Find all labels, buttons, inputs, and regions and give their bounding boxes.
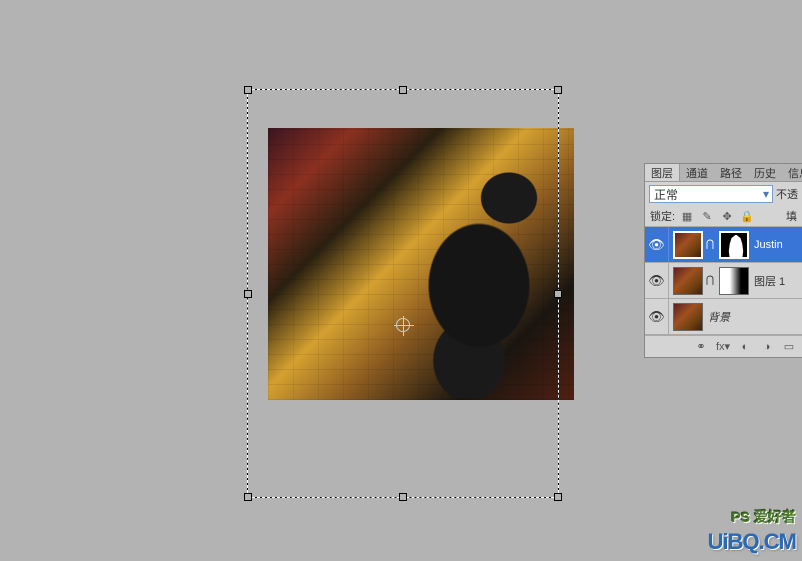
transform-bounding-box[interactable] <box>247 89 559 498</box>
visibility-toggle-icon[interactable]: 👁 <box>645 263 669 298</box>
layer-mask-thumbnail[interactable] <box>719 231 749 259</box>
lock-position-icon[interactable]: ✥ <box>719 208 735 224</box>
transform-handle-bottom-left[interactable] <box>244 493 252 501</box>
layer-row-justin[interactable]: 👁 ⋂ Justin <box>645 227 802 263</box>
tab-layers[interactable]: 图层 <box>645 164 680 181</box>
transform-center-point[interactable] <box>396 318 410 332</box>
layer-thumbnail[interactable] <box>673 267 703 295</box>
layer-name[interactable]: Justin <box>751 239 800 251</box>
new-group-icon[interactable]: ▭ <box>781 339 797 355</box>
tab-channels[interactable]: 通道 <box>680 164 714 181</box>
transform-handle-middle-left[interactable] <box>244 290 252 298</box>
layer-mask-thumbnail[interactable] <box>719 267 749 295</box>
tab-history[interactable]: 历史 <box>748 164 782 181</box>
opacity-label: 不透 <box>776 186 798 202</box>
lock-transparency-icon[interactable]: ▦ <box>679 208 695 224</box>
lock-row: 锁定: ▦ ✎ ✥ 🔒 填 <box>645 206 802 227</box>
add-mask-icon[interactable]: ◐ <box>737 339 753 355</box>
transform-handle-middle-right[interactable] <box>554 290 562 298</box>
mask-link-icon[interactable]: ⋂ <box>705 275 715 286</box>
transform-handle-top-center[interactable] <box>399 86 407 94</box>
layer-thumbnail[interactable] <box>673 231 703 259</box>
transform-handle-top-left[interactable] <box>244 86 252 94</box>
adjustment-layer-icon[interactable]: ◑ <box>759 339 775 355</box>
visibility-toggle-icon[interactable]: 👁 <box>645 227 669 262</box>
visibility-toggle-icon[interactable]: 👁 <box>645 299 669 334</box>
blend-mode-select[interactable]: 正常 <box>649 185 773 203</box>
layer-row-background[interactable]: 👁 背景 <box>645 299 802 335</box>
layers-panel: 图层 通道 路径 历史 信息 正常 不透 锁定: ▦ ✎ ✥ 🔒 填 👁 ⋂ J… <box>644 163 802 358</box>
transform-handle-top-right[interactable] <box>554 86 562 94</box>
blend-opacity-row: 正常 不透 <box>645 182 802 206</box>
watermark-bottom: UiBQ.CM <box>708 529 796 555</box>
layer-thumbnail[interactable] <box>673 303 703 331</box>
link-layers-icon[interactable]: ⚭ <box>693 339 709 355</box>
layer-style-icon[interactable]: fx▾ <box>715 339 731 355</box>
layer-name[interactable]: 背景 <box>705 309 800 325</box>
mask-link-icon[interactable]: ⋂ <box>705 239 715 250</box>
watermark: PS 爱好者 UiBQ.CM <box>708 507 796 555</box>
layer-row-layer1[interactable]: 👁 ⋂ 图层 1 <box>645 263 802 299</box>
fill-label: 填 <box>786 208 797 224</box>
watermark-top: PS 爱好者 <box>731 507 796 527</box>
panel-tabs: 图层 通道 路径 历史 信息 <box>645 164 802 182</box>
transform-handle-bottom-center[interactable] <box>399 493 407 501</box>
blend-mode-value: 正常 <box>654 186 678 203</box>
layer-name[interactable]: 图层 1 <box>751 273 800 289</box>
lock-pixels-icon[interactable]: ✎ <box>699 208 715 224</box>
transform-handle-bottom-right[interactable] <box>554 493 562 501</box>
lock-all-icon[interactable]: 🔒 <box>739 208 755 224</box>
tab-info[interactable]: 信息 <box>782 164 802 181</box>
panel-footer: ⚭ fx▾ ◐ ◑ ▭ <box>645 335 802 357</box>
lock-label: 锁定: <box>650 208 675 224</box>
tab-paths[interactable]: 路径 <box>714 164 748 181</box>
